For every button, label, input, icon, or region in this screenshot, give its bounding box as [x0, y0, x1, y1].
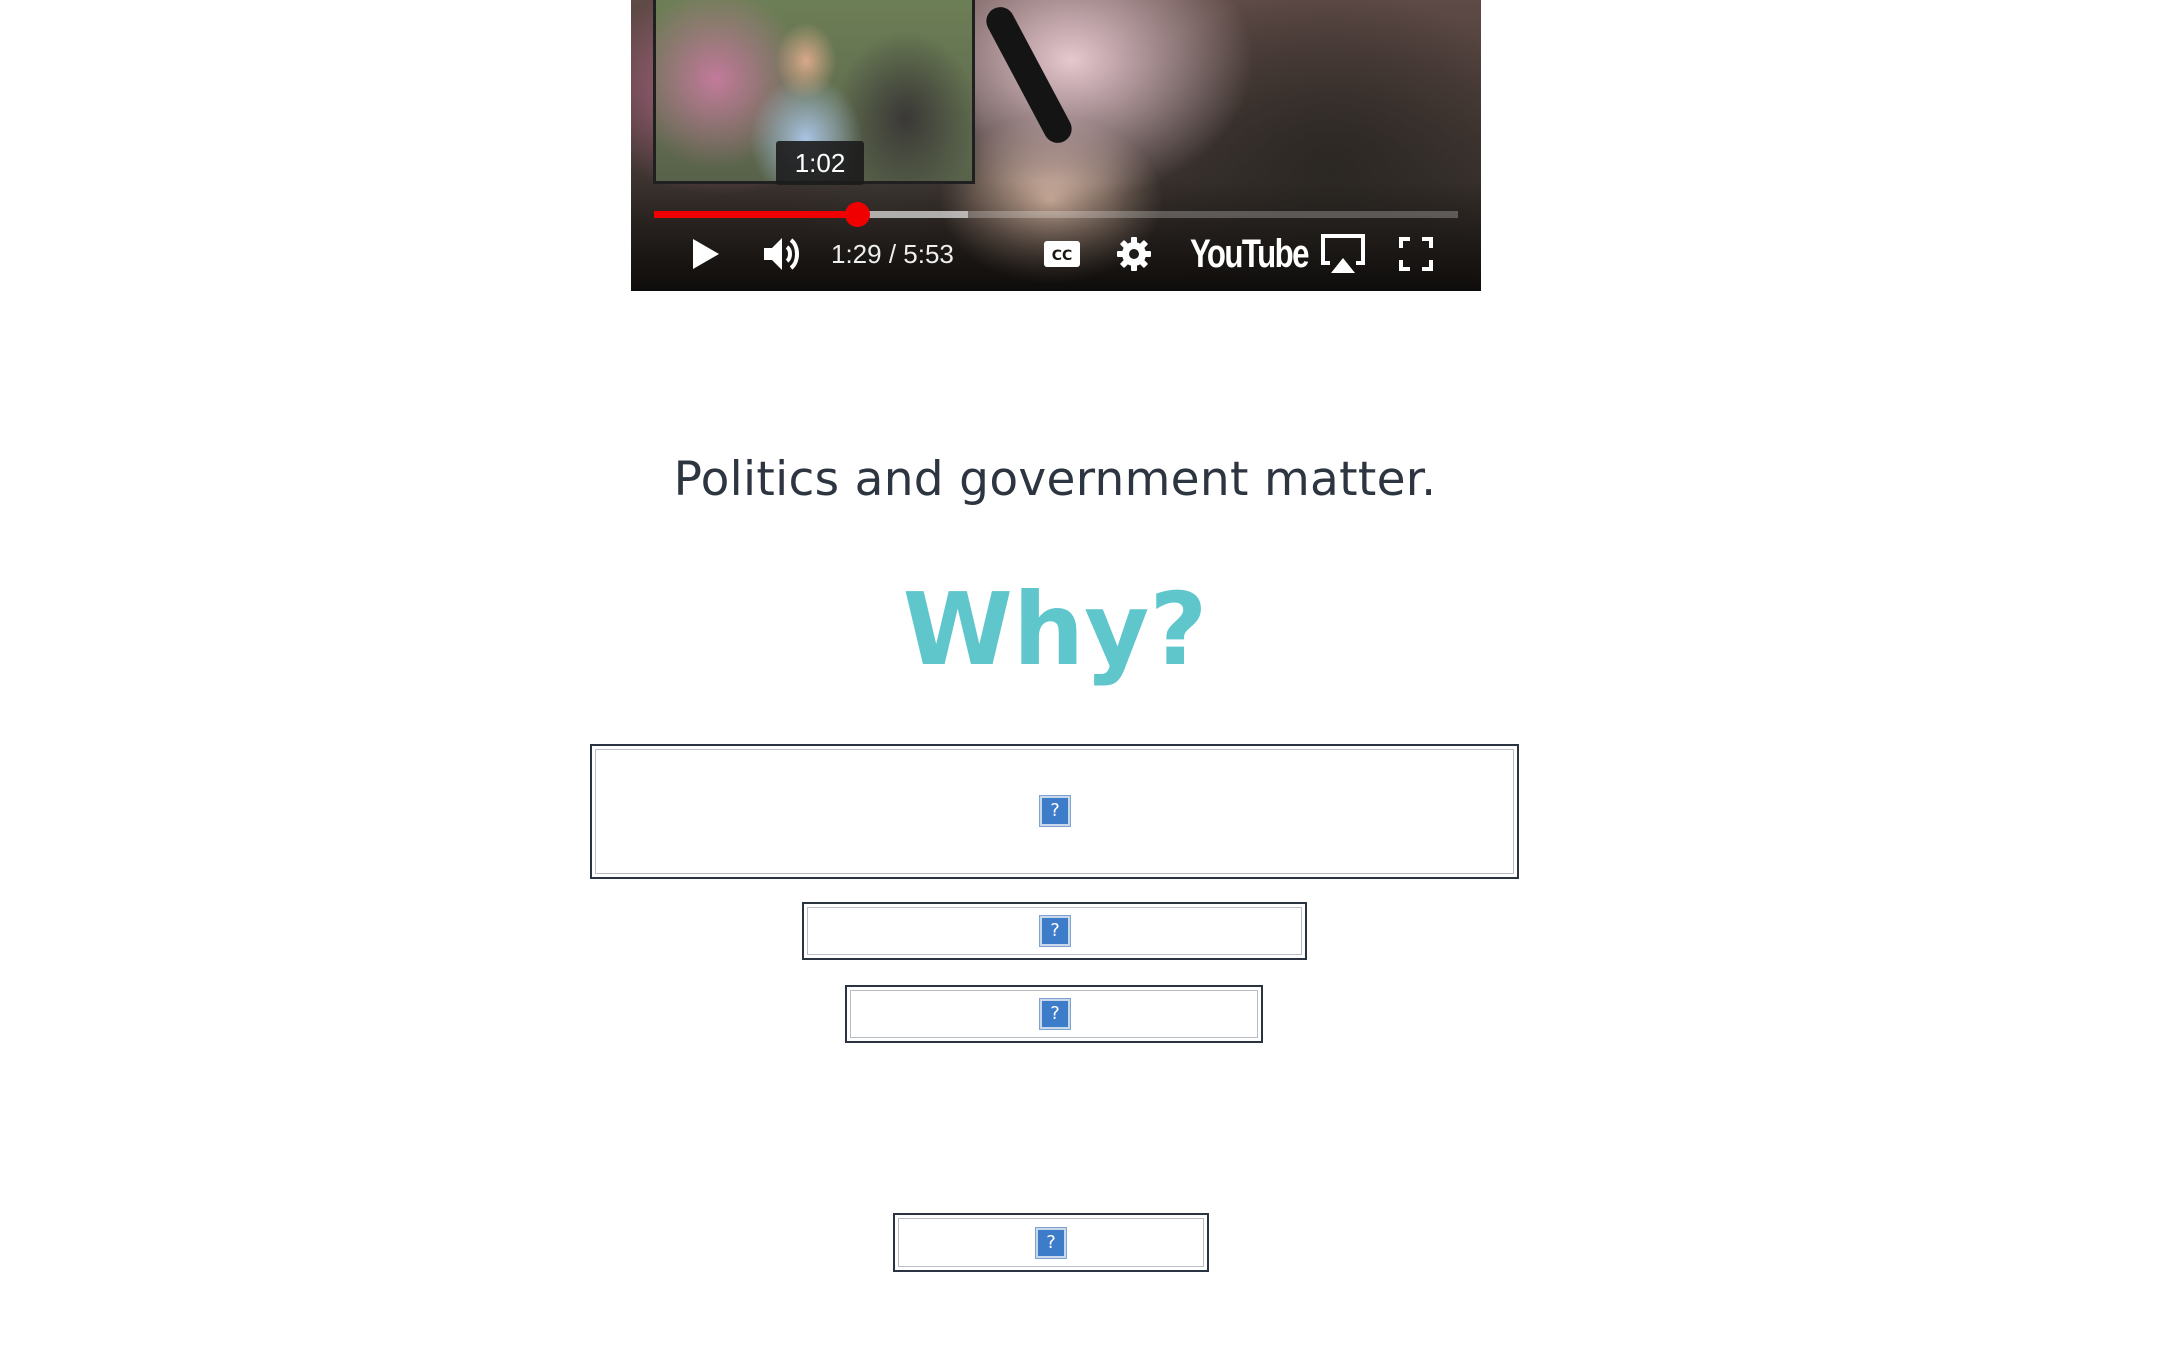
fullscreen-icon — [1399, 237, 1433, 271]
captions-button[interactable]: CC — [1039, 228, 1085, 280]
svg-text:CC: CC — [1052, 248, 1073, 264]
mute-button[interactable] — [755, 228, 811, 280]
player-controls: 1:29 / 5:53 CC YouTube — [631, 228, 1481, 280]
page: 1:02 1:29 / 5:53 CC YouTube Politics and… — [0, 0, 2160, 1352]
page-heading: Why? — [902, 571, 1208, 688]
volume-icon — [764, 238, 799, 270]
closed-captions-icon: CC — [1044, 241, 1080, 267]
broken-image-icon: ? — [1035, 1227, 1067, 1259]
progress-bar[interactable] — [654, 202, 1458, 227]
play-icon — [693, 239, 719, 269]
fullscreen-button[interactable] — [1391, 228, 1441, 280]
broken-image-icon: ? — [1039, 795, 1071, 827]
play-button[interactable] — [681, 228, 731, 280]
subtitle-text: Politics and government matter. — [673, 452, 1437, 507]
time-display: 1:29 / 5:53 — [831, 239, 954, 269]
airplay-button[interactable] — [1316, 228, 1370, 280]
broken-image-icon: ? — [1039, 915, 1071, 947]
youtube-logo[interactable]: YouTube — [1190, 228, 1309, 280]
airplay-icon — [1321, 234, 1365, 273]
embedded-video-player[interactable]: 1:02 1:29 / 5:53 CC YouTube — [631, 0, 1481, 291]
progress-played — [654, 211, 858, 218]
settings-button[interactable] — [1111, 228, 1157, 280]
broken-image-3[interactable]: ? — [845, 985, 1263, 1043]
seek-preview-tooltip: 1:02 — [776, 141, 864, 185]
broken-image-2[interactable]: ? — [802, 902, 1307, 960]
settings-gear-icon — [1117, 237, 1151, 271]
broken-image-1[interactable]: ? — [590, 744, 1519, 879]
broken-image-icon: ? — [1039, 998, 1071, 1030]
broken-image-4[interactable]: ? — [893, 1213, 1209, 1272]
